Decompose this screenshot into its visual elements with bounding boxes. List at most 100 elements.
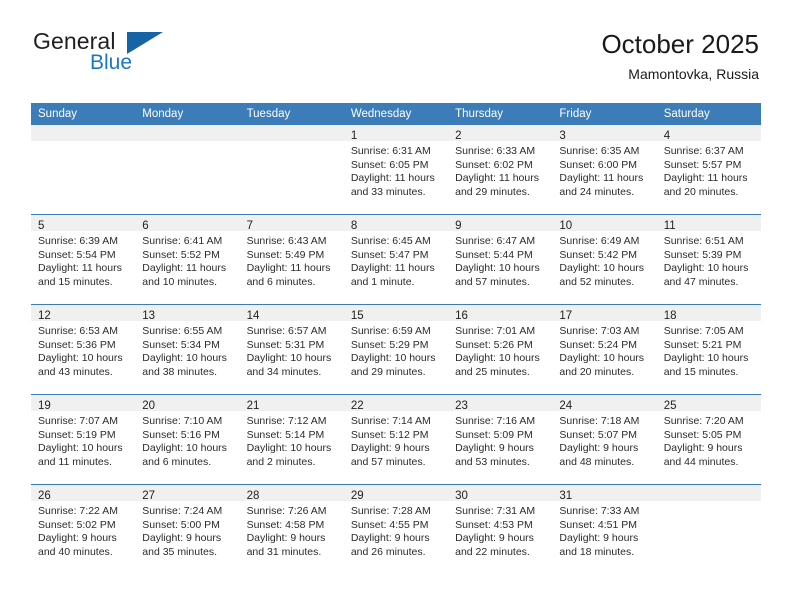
daylight-duration-line2: and 34 minutes. bbox=[246, 365, 322, 378]
daylight-duration-line1: Daylight: 11 hours bbox=[350, 262, 435, 275]
day-number-bar bbox=[656, 485, 761, 501]
daylight-duration-line1: Daylight: 9 hours bbox=[142, 532, 222, 545]
calendar-day-cell[interactable]: 24 Sunrise: 7:18 AM Sunset: 5:07 PM Dayligh… bbox=[552, 394, 657, 485]
day-number-bar: 11 bbox=[656, 215, 761, 232]
sunset-time: Sunset: 5:31 PM bbox=[246, 338, 325, 351]
sunrise-time: Sunrise: 6:47 AM bbox=[455, 235, 536, 247]
calendar-day-cell[interactable]: 10 Sunrise: 6:49 AM Sunset: 5:42 PM Dayligh… bbox=[552, 214, 657, 305]
daylight-duration-line1: Daylight: 10 hours bbox=[663, 352, 749, 365]
calendar-day-cell[interactable]: 3 Sunrise: 6:35 AM Sunset: 6:00 PM Daylight… bbox=[552, 125, 657, 215]
calendar-day-cell[interactable]: 29 Sunrise: 7:28 AM Sunset: 4:55 PM Dayligh… bbox=[343, 484, 449, 574]
calendar-day-cell[interactable]: 2 Sunrise: 6:33 AM Sunset: 6:02 PM Daylight… bbox=[448, 125, 553, 215]
calendar-day-cell[interactable]: 6 Sunrise: 6:41 AM Sunset: 5:52 PM Daylight… bbox=[135, 214, 240, 305]
daylight-duration-line2: and 1 minute. bbox=[350, 275, 415, 288]
sunset-time: Sunset: 5:42 PM bbox=[559, 248, 638, 261]
daylight-duration-line2: and 31 minutes. bbox=[246, 545, 322, 558]
calendar-day-cell[interactable]: 15 Sunrise: 6:59 AM Sunset: 5:29 PM Dayligh… bbox=[343, 304, 449, 395]
day-number: 15 bbox=[350, 310, 364, 322]
calendar-day-cell[interactable]: 30 Sunrise: 7:31 AM Sunset: 4:53 PM Dayligh… bbox=[448, 484, 553, 574]
day-details: Sunrise: 7:20 AM Sunset: 5:05 PM Daylight:… bbox=[657, 411, 761, 469]
sunset-time: Sunset: 5:36 PM bbox=[38, 338, 116, 351]
day-number-bar: 2 bbox=[448, 125, 553, 142]
day-number: 27 bbox=[142, 490, 156, 502]
calendar-day-cell[interactable]: 17 Sunrise: 7:03 AM Sunset: 5:24 PM Dayligh… bbox=[552, 304, 657, 395]
brand-name-blue: Blue bbox=[90, 51, 133, 74]
calendar-day-cell[interactable]: 28 Sunrise: 7:26 AM Sunset: 4:58 PM Dayligh… bbox=[239, 484, 344, 574]
day-details: Sunrise: 6:53 AM Sunset: 5:36 PM Daylight:… bbox=[31, 321, 135, 379]
daylight-duration-line2: and 18 minutes. bbox=[559, 545, 635, 558]
day-details: Sunrise: 7:18 AM Sunset: 5:07 PM Daylight:… bbox=[552, 411, 656, 469]
sunrise-time: Sunrise: 7:18 AM bbox=[559, 415, 640, 427]
daylight-duration-line1: Daylight: 11 hours bbox=[38, 262, 122, 275]
day-details: Sunrise: 7:03 AM Sunset: 5:24 PM Daylight:… bbox=[552, 321, 656, 379]
calendar-day-cell[interactable]: 31 Sunrise: 7:33 AM Sunset: 4:51 PM Dayligh… bbox=[552, 484, 657, 574]
sunrise-time: Sunrise: 6:59 AM bbox=[350, 325, 431, 337]
sunset-time: Sunset: 5:57 PM bbox=[663, 158, 742, 171]
daylight-duration-line1: Daylight: 9 hours bbox=[455, 442, 534, 455]
daylight-duration-line2: and 48 minutes. bbox=[559, 455, 635, 468]
calendar-week-row: 1 Sunrise: 6:31 AM Sunset: 6:05 PM Daylight… bbox=[31, 125, 761, 215]
daylight-duration-line2: and 24 minutes. bbox=[559, 185, 635, 198]
sunrise-time: Sunrise: 7:14 AM bbox=[350, 415, 431, 427]
daylight-duration-line2: and 29 minutes. bbox=[455, 185, 530, 198]
sunrise-time: Sunrise: 6:53 AM bbox=[38, 325, 118, 337]
calendar-day-cell[interactable]: 16 Sunrise: 7:01 AM Sunset: 5:26 PM Dayligh… bbox=[448, 304, 553, 395]
calendar-day-cell[interactable]: 19 Sunrise: 7:07 AM Sunset: 5:19 PM Dayligh… bbox=[31, 394, 136, 485]
calendar-day-cell[interactable]: 21 Sunrise: 7:12 AM Sunset: 5:14 PM Dayligh… bbox=[239, 394, 344, 485]
daylight-duration-line1: Daylight: 9 hours bbox=[559, 442, 639, 455]
day-number-bar: 4 bbox=[656, 125, 761, 142]
day-number: 3 bbox=[559, 130, 566, 142]
sunrise-time: Sunrise: 6:31 AM bbox=[350, 145, 431, 157]
daylight-duration-line2: and 26 minutes. bbox=[350, 545, 426, 558]
day-number-bar bbox=[135, 125, 240, 141]
sunrise-time: Sunrise: 7:22 AM bbox=[38, 505, 118, 517]
sunset-time: Sunset: 4:55 PM bbox=[350, 518, 429, 531]
sunset-time: Sunset: 5:49 PM bbox=[246, 248, 325, 261]
calendar-day-cell[interactable]: 14 Sunrise: 6:57 AM Sunset: 5:31 PM Dayligh… bbox=[239, 304, 344, 395]
daylight-duration-line1: Daylight: 9 hours bbox=[350, 532, 430, 545]
title-block: October 2025 Mamontovka, Russia bbox=[601, 28, 759, 84]
calendar-week-row: 19 Sunrise: 7:07 AM Sunset: 5:19 PM Dayligh… bbox=[31, 394, 761, 485]
day-number: 26 bbox=[38, 490, 51, 502]
calendar-day-cell[interactable]: 5 Sunrise: 6:39 AM Sunset: 5:54 PM Daylight… bbox=[31, 214, 136, 305]
calendar-day-cell[interactable]: 18 Sunrise: 7:05 AM Sunset: 5:21 PM Dayligh… bbox=[656, 304, 761, 395]
sunset-time: Sunset: 5:54 PM bbox=[38, 248, 116, 261]
calendar-day-cell[interactable]: 11 Sunrise: 6:51 AM Sunset: 5:39 PM Dayligh… bbox=[656, 214, 761, 305]
calendar-day-cell[interactable]: 25 Sunrise: 7:20 AM Sunset: 5:05 PM Dayligh… bbox=[656, 394, 761, 485]
day-number-bar: 5 bbox=[31, 215, 136, 232]
daylight-duration-line1: Daylight: 10 hours bbox=[663, 262, 749, 275]
calendar-day-cell[interactable]: 23 Sunrise: 7:16 AM Sunset: 5:09 PM Dayligh… bbox=[448, 394, 553, 485]
sunset-time: Sunset: 5:16 PM bbox=[142, 428, 220, 441]
calendar-header-row: Sunday Monday Tuesday Wednesday Thursday… bbox=[31, 103, 761, 125]
day-number: 4 bbox=[663, 130, 671, 142]
calendar-day-cell[interactable]: 13 Sunrise: 6:55 AM Sunset: 5:34 PM Dayligh… bbox=[135, 304, 240, 395]
calendar-day-cell[interactable]: 8 Sunrise: 6:45 AM Sunset: 5:47 PM Daylight… bbox=[343, 214, 449, 305]
calendar-day-cell[interactable]: 12 Sunrise: 6:53 AM Sunset: 5:36 PM Dayligh… bbox=[31, 304, 136, 395]
daylight-duration-line1: Daylight: 10 hours bbox=[350, 352, 436, 365]
calendar-day-cell[interactable]: 27 Sunrise: 7:24 AM Sunset: 5:00 PM Dayligh… bbox=[135, 484, 240, 574]
brand-logo[interactable]: General Blue bbox=[33, 28, 293, 75]
day-number: 9 bbox=[455, 220, 462, 232]
day-number-bar: 6 bbox=[135, 215, 240, 232]
day-number: 16 bbox=[455, 310, 468, 322]
calendar-day-cell[interactable]: 9 Sunrise: 6:47 AM Sunset: 5:44 PM Daylight… bbox=[448, 214, 553, 305]
calendar-day-cell[interactable]: 1 Sunrise: 6:31 AM Sunset: 6:05 PM Daylight… bbox=[343, 125, 449, 215]
sunset-time: Sunset: 5:14 PM bbox=[246, 428, 325, 441]
calendar-day-cell[interactable]: 20 Sunrise: 7:10 AM Sunset: 5:16 PM Dayligh… bbox=[135, 394, 240, 485]
day-details: Sunrise: 6:31 AM Sunset: 6:05 PM Daylight:… bbox=[344, 141, 448, 199]
day-number: 12 bbox=[38, 310, 51, 322]
calendar-day-cell[interactable]: 26 Sunrise: 7:22 AM Sunset: 5:02 PM Dayligh… bbox=[31, 484, 136, 574]
calendar-day-cell[interactable]: 7 Sunrise: 6:43 AM Sunset: 5:49 PM Daylight… bbox=[239, 214, 344, 305]
sunrise-time: Sunrise: 6:37 AM bbox=[663, 145, 744, 157]
sunset-time: Sunset: 5:52 PM bbox=[142, 248, 220, 261]
sunrise-time: Sunrise: 6:45 AM bbox=[350, 235, 431, 247]
calendar-day-cell-empty bbox=[239, 125, 344, 215]
calendar-day-cell[interactable]: 22 Sunrise: 7:14 AM Sunset: 5:12 PM Dayligh… bbox=[343, 394, 449, 485]
calendar-body: 1 Sunrise: 6:31 AM Sunset: 6:05 PM Daylight… bbox=[31, 125, 761, 574]
day-number: 1 bbox=[350, 130, 358, 142]
day-details: Sunrise: 7:16 AM Sunset: 5:09 PM Daylight:… bbox=[448, 411, 552, 469]
calendar-day-cell[interactable]: 4 Sunrise: 6:37 AM Sunset: 5:57 PM Daylight… bbox=[656, 125, 761, 215]
daylight-duration-line2: and 15 minutes. bbox=[663, 365, 739, 378]
sunrise-time: Sunrise: 7:01 AM bbox=[455, 325, 536, 337]
day-number: 18 bbox=[663, 310, 677, 322]
